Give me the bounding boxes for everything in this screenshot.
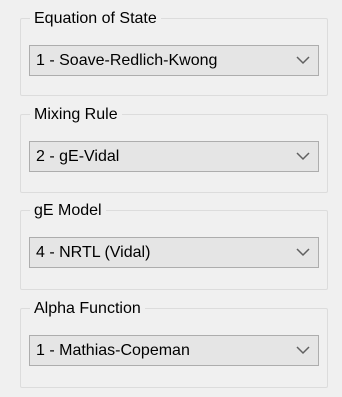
chevron-down-icon[interactable]: [296, 151, 310, 161]
equation-of-state-value: 1 - Soave-Redlich-Kwong: [36, 52, 218, 69]
thermo-settings-panel: Equation of State 1 - Soave-Redlich-Kwon…: [14, 9, 328, 388]
equation-of-state-label: Equation of State: [30, 9, 161, 29]
ge-model-dropdown[interactable]: 4 - NRTL (Vidal): [29, 237, 319, 268]
equation-of-state-group: Equation of State 1 - Soave-Redlich-Kwon…: [20, 9, 328, 96]
mixing-rule-value: 2 - gE-Vidal: [36, 148, 120, 165]
mixing-rule-dropdown[interactable]: 2 - gE-Vidal: [29, 141, 319, 172]
chevron-down-icon[interactable]: [296, 345, 310, 355]
alpha-function-dropdown[interactable]: 1 - Mathias-Copeman: [29, 335, 319, 366]
chevron-down-icon[interactable]: [296, 247, 310, 257]
chevron-down-icon[interactable]: [296, 55, 310, 65]
mixing-rule-label: Mixing Rule: [30, 105, 122, 125]
alpha-function-label: Alpha Function: [30, 299, 145, 319]
alpha-function-value: 1 - Mathias-Copeman: [36, 342, 190, 359]
equation-of-state-dropdown[interactable]: 1 - Soave-Redlich-Kwong: [29, 45, 319, 76]
ge-model-label: gE Model: [30, 201, 106, 221]
alpha-function-group: Alpha Function 1 - Mathias-Copeman: [20, 299, 328, 388]
mixing-rule-group: Mixing Rule 2 - gE-Vidal: [20, 105, 328, 193]
ge-model-group: gE Model 4 - NRTL (Vidal): [20, 201, 328, 290]
ge-model-value: 4 - NRTL (Vidal): [36, 244, 151, 261]
